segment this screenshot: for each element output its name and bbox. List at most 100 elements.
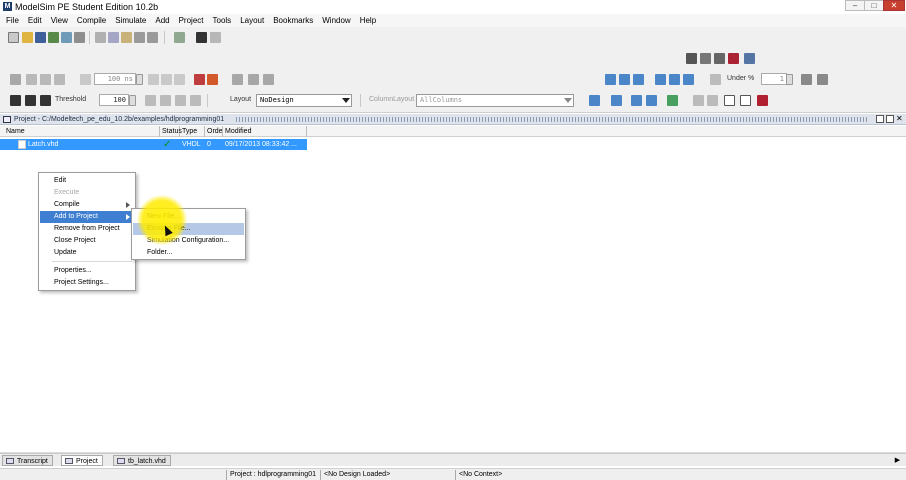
find-icon[interactable] [174, 32, 185, 43]
collapse-icon[interactable] [210, 32, 221, 43]
forward-arrow-icon[interactable] [54, 74, 65, 85]
undo-icon[interactable] [134, 32, 145, 43]
sub-new-file[interactable]: New File... [133, 211, 244, 223]
run-length-spinner-icon[interactable] [136, 74, 143, 85]
memory-icon[interactable] [686, 53, 697, 64]
list-view-icon[interactable] [700, 53, 711, 64]
threshold-input[interactable]: 100 [99, 94, 129, 106]
undock-icon[interactable] [876, 115, 884, 123]
paste-icon[interactable] [121, 32, 132, 43]
stop-icon[interactable] [207, 74, 218, 85]
exclude-icon[interactable] [693, 95, 704, 106]
minimize-button[interactable]: – [845, 0, 865, 11]
maximize-panel-icon[interactable] [886, 115, 894, 123]
panel-drag-grip[interactable] [236, 117, 868, 122]
menu-help[interactable]: Help [360, 14, 376, 27]
ctx-edit[interactable]: Edit [40, 175, 134, 187]
print-icon[interactable] [74, 32, 85, 43]
column-status[interactable]: Status [160, 126, 182, 137]
menu-window[interactable]: Window [322, 14, 350, 27]
menu-compile[interactable]: Compile [77, 14, 106, 27]
run-icon[interactable] [148, 74, 159, 85]
ctx-close-project[interactable]: Close Project [40, 235, 134, 247]
ctx-remove-from-project[interactable]: Remove from Project [40, 223, 134, 235]
run-all-icon[interactable] [174, 74, 185, 85]
column-name[interactable]: Name [0, 126, 160, 137]
binoculars-icon[interactable] [196, 32, 207, 43]
menu-tools[interactable]: Tools [213, 14, 232, 27]
text-icon[interactable] [40, 95, 51, 106]
maximize-button[interactable]: □ [864, 0, 884, 11]
column-type[interactable]: Type [180, 126, 205, 137]
close-panel-icon[interactable]: ✕ [896, 114, 903, 124]
forward-icon[interactable] [190, 95, 201, 106]
zoom-fit-icon[interactable] [683, 74, 694, 85]
table-row[interactable]: Latch.vhd ✓ VHDL 0 09/17/2013 08:33:42 .… [0, 139, 307, 150]
cut-icon[interactable] [95, 32, 106, 43]
column-modified[interactable]: Modified [223, 126, 307, 137]
menu-add[interactable]: Add [155, 14, 169, 27]
new-file-icon[interactable] [8, 32, 19, 43]
scroll-right-icon[interactable]: ▶ [892, 456, 903, 465]
compile-icon[interactable] [10, 74, 21, 85]
menu-bookmarks[interactable]: Bookmarks [273, 14, 313, 27]
coverage-fsm-icon[interactable] [631, 95, 642, 106]
open-folder-icon[interactable] [22, 32, 33, 43]
report-icon[interactable] [724, 95, 735, 106]
expand-icon[interactable] [175, 95, 186, 106]
save-all-icon[interactable] [61, 32, 72, 43]
zoom-icon[interactable] [669, 74, 680, 85]
break-icon[interactable] [728, 53, 739, 64]
under-spinner-icon[interactable] [786, 74, 793, 85]
coverage-merge-icon[interactable] [667, 95, 678, 106]
redo-icon[interactable] [147, 32, 158, 43]
refresh-coverage-icon[interactable] [801, 74, 812, 85]
back-arrow-icon[interactable] [40, 74, 51, 85]
ctx-properties[interactable]: Properties... [40, 265, 134, 277]
menu-project[interactable]: Project [179, 14, 204, 27]
help-icon[interactable] [744, 53, 755, 64]
coverage-icon[interactable] [589, 95, 600, 106]
cursor-right-icon[interactable] [655, 74, 666, 85]
save-icon[interactable] [35, 32, 46, 43]
tab-transcript[interactable]: Transcript [2, 455, 53, 466]
restart-icon[interactable] [80, 74, 91, 85]
details-icon[interactable] [740, 95, 751, 106]
cursor-left-icon[interactable] [633, 74, 644, 85]
ctx-execute[interactable]: Execute [40, 187, 134, 199]
wave-up-icon[interactable] [605, 74, 616, 85]
ctx-add-to-project[interactable]: Add to Project [40, 211, 134, 223]
clear-coverage-icon[interactable] [817, 74, 828, 85]
menu-file[interactable]: File [6, 14, 19, 27]
ctx-project-settings[interactable]: Project Settings... [40, 277, 134, 289]
menu-layout[interactable]: Layout [240, 14, 264, 27]
wave-down-icon[interactable] [619, 74, 630, 85]
continue-icon[interactable] [161, 74, 172, 85]
trace-icon[interactable] [145, 95, 156, 106]
sub-simulation-configuration[interactable]: Simulation Configuration... [133, 235, 244, 247]
include-icon[interactable] [707, 95, 718, 106]
column-layout-select[interactable]: AllColumns [416, 94, 574, 107]
tab-project[interactable]: Project [61, 455, 103, 466]
menu-edit[interactable]: Edit [28, 14, 42, 27]
threshold-spinner-icon[interactable] [129, 95, 136, 106]
ctx-update[interactable]: Update [40, 247, 134, 259]
menu-view[interactable]: View [51, 14, 68, 27]
coverage-branch-icon[interactable] [611, 95, 622, 106]
menu-simulate[interactable]: Simulate [115, 14, 146, 27]
column-order[interactable]: Order [205, 126, 223, 137]
break-simulation-icon[interactable] [194, 74, 205, 85]
step-icon[interactable] [232, 74, 243, 85]
wave-view-icon[interactable] [714, 53, 725, 64]
run-length-input[interactable]: 100 ns [94, 73, 136, 85]
close-button[interactable]: ✕ [883, 0, 905, 11]
step-out-icon[interactable] [263, 74, 274, 85]
coverage-toggle-icon[interactable] [646, 95, 657, 106]
add-wave-icon[interactable] [10, 95, 21, 106]
copy-icon[interactable] [108, 32, 119, 43]
insert-divider-icon[interactable] [25, 95, 36, 106]
sub-existing-file[interactable]: Existing File... [133, 223, 244, 235]
reload-icon[interactable] [48, 32, 59, 43]
layout-select[interactable]: NoDesign [256, 94, 352, 107]
ctx-compile[interactable]: Compile [40, 199, 134, 211]
